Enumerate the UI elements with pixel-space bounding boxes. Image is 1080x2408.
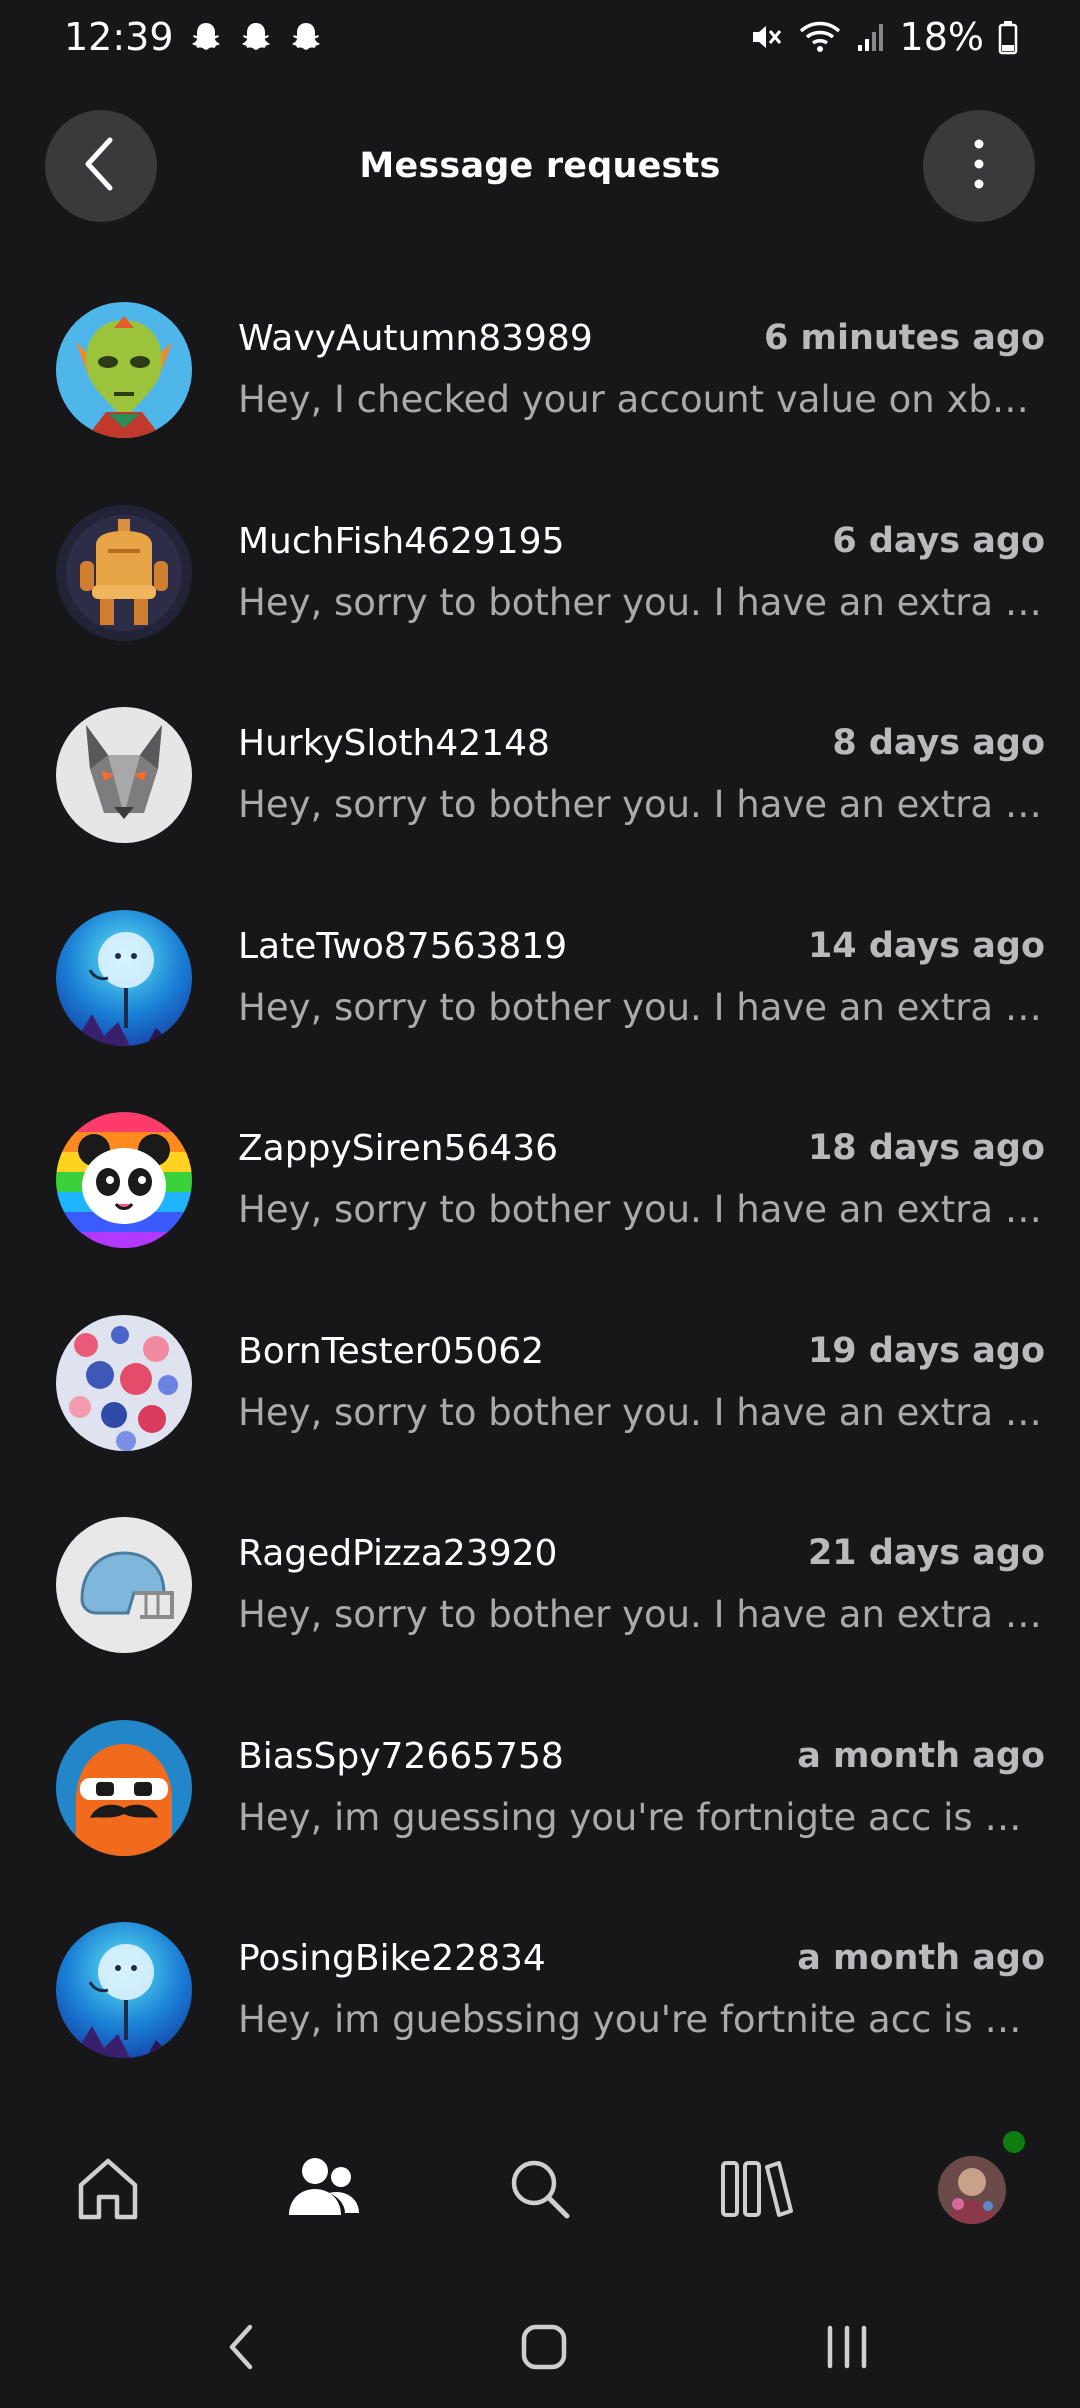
system-recents-button[interactable]: [787, 2290, 907, 2408]
message-request-row[interactable]: HurkySloth42148 8 days ago Hey, sorry to…: [0, 685, 1080, 888]
message-preview: Hey, sorry to bother you. I have an extr…: [238, 985, 1046, 1029]
wifi-icon: [798, 19, 842, 55]
message-request-list: WavyAutumn83989 6 minutes ago Hey, I che…: [0, 280, 1080, 2103]
gamertag: PosingBike22834: [238, 1938, 546, 1979]
message-preview: Hey, sorry to bother you. I have an extr…: [238, 1593, 1046, 1636]
nav-home[interactable]: [48, 2116, 168, 2264]
page-title: Message requests: [359, 146, 721, 186]
snapchat-icon: [288, 19, 324, 55]
mustache-avatar[interactable]: [56, 1719, 192, 1856]
profile-avatar: [938, 2156, 1006, 2224]
message-preview: Hey, I checked your account value on xbo…: [238, 378, 1046, 421]
system-home-icon: [519, 2322, 569, 2376]
gamertag: ZappySiren56436: [238, 1128, 559, 1169]
timestamp: a month ago: [797, 1938, 1045, 1978]
message-preview: Hey, sorry to bother you. I have an extr…: [238, 783, 1046, 826]
status-bar: 12:39 18%: [0, 0, 1080, 74]
gamertag: WavyAutumn83989: [238, 318, 593, 359]
dandelion-avatar[interactable]: [56, 1922, 192, 2058]
signal-icon: [856, 19, 886, 55]
message-preview: Hey, sorry to bother you. I have an extr…: [238, 1188, 1046, 1231]
timestamp: 6 minutes ago: [763, 318, 1045, 358]
back-chevron-icon: [76, 134, 126, 198]
snapchat-icon: [238, 19, 274, 55]
nav-people[interactable]: [263, 2116, 383, 2264]
gamertag: BornTester05062: [238, 1330, 545, 1372]
status-time: 12:39: [64, 15, 174, 59]
message-preview: Hey, im guessing you're fortnigte acc is…: [238, 1795, 1046, 1839]
message-request-row[interactable]: BornTester05062 19 days ago Hey, sorry t…: [0, 1293, 1080, 1496]
system-back-icon: [222, 2319, 262, 2379]
timestamp: a month ago: [797, 1735, 1045, 1776]
bell-robot-avatar[interactable]: [56, 504, 192, 641]
timestamp: 6 days ago: [832, 520, 1045, 561]
nav-library[interactable]: [695, 2116, 815, 2264]
timestamp: 14 days ago: [807, 925, 1045, 966]
nav-search[interactable]: [479, 2116, 599, 2264]
message-preview: Hey, sorry to bother you. I have an extr…: [238, 1390, 1046, 1434]
snapchat-icon: [188, 19, 224, 55]
gamertag: BiasSpy72665758: [238, 1735, 564, 1777]
dandelion-avatar[interactable]: [56, 909, 192, 1046]
mute-icon: [748, 19, 784, 55]
system-recents-icon: [822, 2322, 872, 2376]
status-left: 12:39: [64, 15, 324, 59]
system-nav-bar: [0, 2290, 1080, 2408]
message-request-row[interactable]: ZappySiren56436 18 days ago Hey, sorry t…: [0, 1090, 1080, 1293]
message-request-row[interactable]: RagedPizza23920 21 days ago Hey, sorry t…: [0, 1495, 1080, 1698]
gamertag: HurkySloth42148: [238, 723, 550, 764]
alien-avatar[interactable]: [56, 302, 192, 438]
battery-icon: [998, 19, 1018, 55]
message-request-row[interactable]: WavyAutumn83989 6 minutes ago Hey, I che…: [0, 280, 1080, 483]
status-right: 18%: [748, 15, 1018, 59]
more-vertical-icon: [969, 136, 989, 196]
system-back-button[interactable]: [182, 2290, 302, 2408]
header: Message requests: [0, 110, 1080, 222]
gamertag: MuchFish4629195: [238, 520, 565, 562]
gamertag: LateTwo87563819: [238, 925, 568, 967]
library-icon: [717, 2153, 793, 2227]
timestamp: 19 days ago: [807, 1330, 1045, 1371]
message-request-row[interactable]: BiasSpy72665758 a month ago Hey, im gues…: [0, 1698, 1080, 1901]
gamertag: RagedPizza23920: [238, 1533, 558, 1574]
timestamp: 21 days ago: [807, 1533, 1045, 1573]
more-options-button[interactable]: [923, 110, 1035, 222]
flowers-avatar[interactable]: [56, 1314, 192, 1451]
home-icon: [73, 2153, 143, 2227]
battery-percent: 18%: [899, 15, 984, 59]
wolf-avatar[interactable]: [56, 707, 192, 843]
system-home-button[interactable]: [484, 2290, 604, 2408]
message-preview: Hey, sorry to bother you. I have an extr…: [238, 580, 1046, 624]
message-preview: Hey, im guebssing you're fortnite acc is…: [238, 1998, 1046, 2041]
people-icon: [283, 2153, 363, 2227]
panda-avatar[interactable]: [56, 1112, 192, 1248]
message-request-row[interactable]: MuchFish4629195 6 days ago Hey, sorry to…: [0, 483, 1080, 686]
timestamp: 8 days ago: [832, 723, 1045, 763]
helmet-avatar[interactable]: [56, 1517, 192, 1653]
message-request-row[interactable]: PosingBike22834 a month ago Hey, im gueb…: [0, 1900, 1080, 2103]
timestamp: 18 days ago: [807, 1128, 1045, 1168]
search-icon: [504, 2153, 574, 2227]
message-request-row[interactable]: LateTwo87563819 14 days ago Hey, sorry t…: [0, 888, 1080, 1091]
bottom-nav: [0, 2116, 1080, 2264]
back-button[interactable]: [45, 110, 157, 222]
online-status-dot: [1003, 2131, 1025, 2153]
